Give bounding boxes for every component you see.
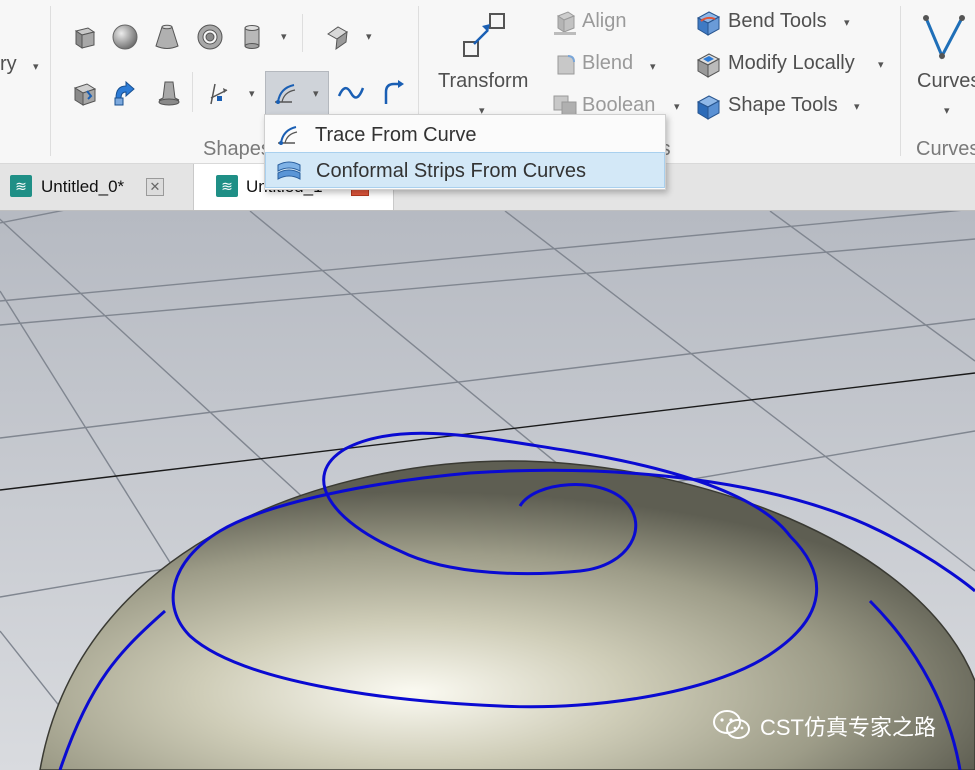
brick-icon[interactable] (70, 22, 100, 52)
chevron-down-icon[interactable]: ▾ (878, 58, 884, 71)
chevron-down-icon[interactable]: ▾ (944, 104, 950, 117)
chevron-down-icon[interactable]: ▾ (313, 87, 319, 100)
tab-label: Untitled_0* (41, 177, 125, 196)
close-icon[interactable]: ✕ (146, 178, 164, 196)
chevron-down-icon[interactable]: ▾ (854, 100, 860, 113)
modify-locally-icon[interactable] (693, 50, 723, 80)
trace-curve-icon (278, 126, 298, 145)
torus-icon[interactable] (195, 22, 225, 52)
ribbon-partial-label[interactable]: ry (0, 53, 17, 76)
ribbon-separator (302, 14, 303, 52)
chevron-down-icon[interactable]: ▾ (674, 100, 680, 113)
chevron-down-icon[interactable]: ▾ (281, 30, 287, 43)
watermark-text: CST仿真专家之路 (760, 715, 937, 740)
menu-item-trace-from-curve[interactable]: Trace From Curve (265, 117, 665, 153)
wechat-icon (713, 710, 750, 739)
ribbon-separator (192, 72, 193, 112)
curve-shapes-dropdown-menu: Trace From Curve Conformal Strips From C… (264, 114, 666, 190)
shape-tools-button[interactable]: Shape Tools (728, 94, 838, 117)
curves-button[interactable]: Curves (917, 70, 975, 93)
blend-button[interactable]: Blend (582, 52, 633, 75)
chevron-down-icon[interactable]: ▾ (650, 60, 656, 73)
sweep-curve-icon[interactable] (205, 78, 235, 108)
conformal-strips-icon (277, 161, 301, 180)
shapes-group-label: Shapes (203, 138, 271, 160)
fillet-curve-icon[interactable] (378, 78, 408, 108)
sphere-icon[interactable] (110, 22, 140, 52)
extrude-face-icon[interactable] (322, 22, 352, 52)
blend-icon[interactable] (550, 50, 580, 80)
transform-button[interactable]: Transform (438, 70, 528, 93)
curves-group-label: Curves (916, 138, 975, 160)
chevron-down-icon[interactable]: ▾ (33, 60, 39, 73)
extrude-icon[interactable] (70, 78, 100, 108)
cone-icon[interactable] (152, 22, 182, 52)
chevron-down-icon[interactable]: ▾ (249, 87, 255, 100)
menu-item-label: Trace From Curve (315, 124, 477, 146)
align-button[interactable]: Align (582, 10, 626, 33)
modify-locally-button[interactable]: Modify Locally (728, 52, 855, 75)
bend-tools-button[interactable]: Bend Tools (728, 10, 827, 33)
tab-untitled-0[interactable]: ≋ Untitled_0* ✕ (0, 164, 190, 210)
spline-curve-icon[interactable] (336, 78, 366, 108)
align-icon[interactable] (550, 8, 580, 38)
chevron-down-icon[interactable]: ▾ (366, 30, 372, 43)
transform-icon[interactable] (458, 10, 510, 62)
menu-item-label: Conformal Strips From Curves (316, 160, 587, 182)
ribbon-separator (50, 6, 51, 156)
menu-item-conformal-strips[interactable]: Conformal Strips From Curves (265, 152, 665, 188)
project-wave-icon: ≋ (10, 175, 32, 197)
shape-tools-icon[interactable] (693, 92, 723, 122)
cylinder-icon[interactable] (237, 22, 267, 52)
project-wave-icon: ≋ (216, 175, 238, 197)
ribbon-separator (900, 6, 901, 156)
3d-viewport[interactable] (0, 211, 975, 770)
loft-icon[interactable] (154, 78, 184, 108)
trace-curve-icon[interactable] (270, 78, 300, 108)
rotate-icon[interactable] (110, 78, 140, 108)
chevron-down-icon[interactable]: ▾ (844, 16, 850, 29)
curves-icon[interactable] (920, 12, 968, 62)
bend-tools-icon[interactable] (693, 8, 723, 38)
